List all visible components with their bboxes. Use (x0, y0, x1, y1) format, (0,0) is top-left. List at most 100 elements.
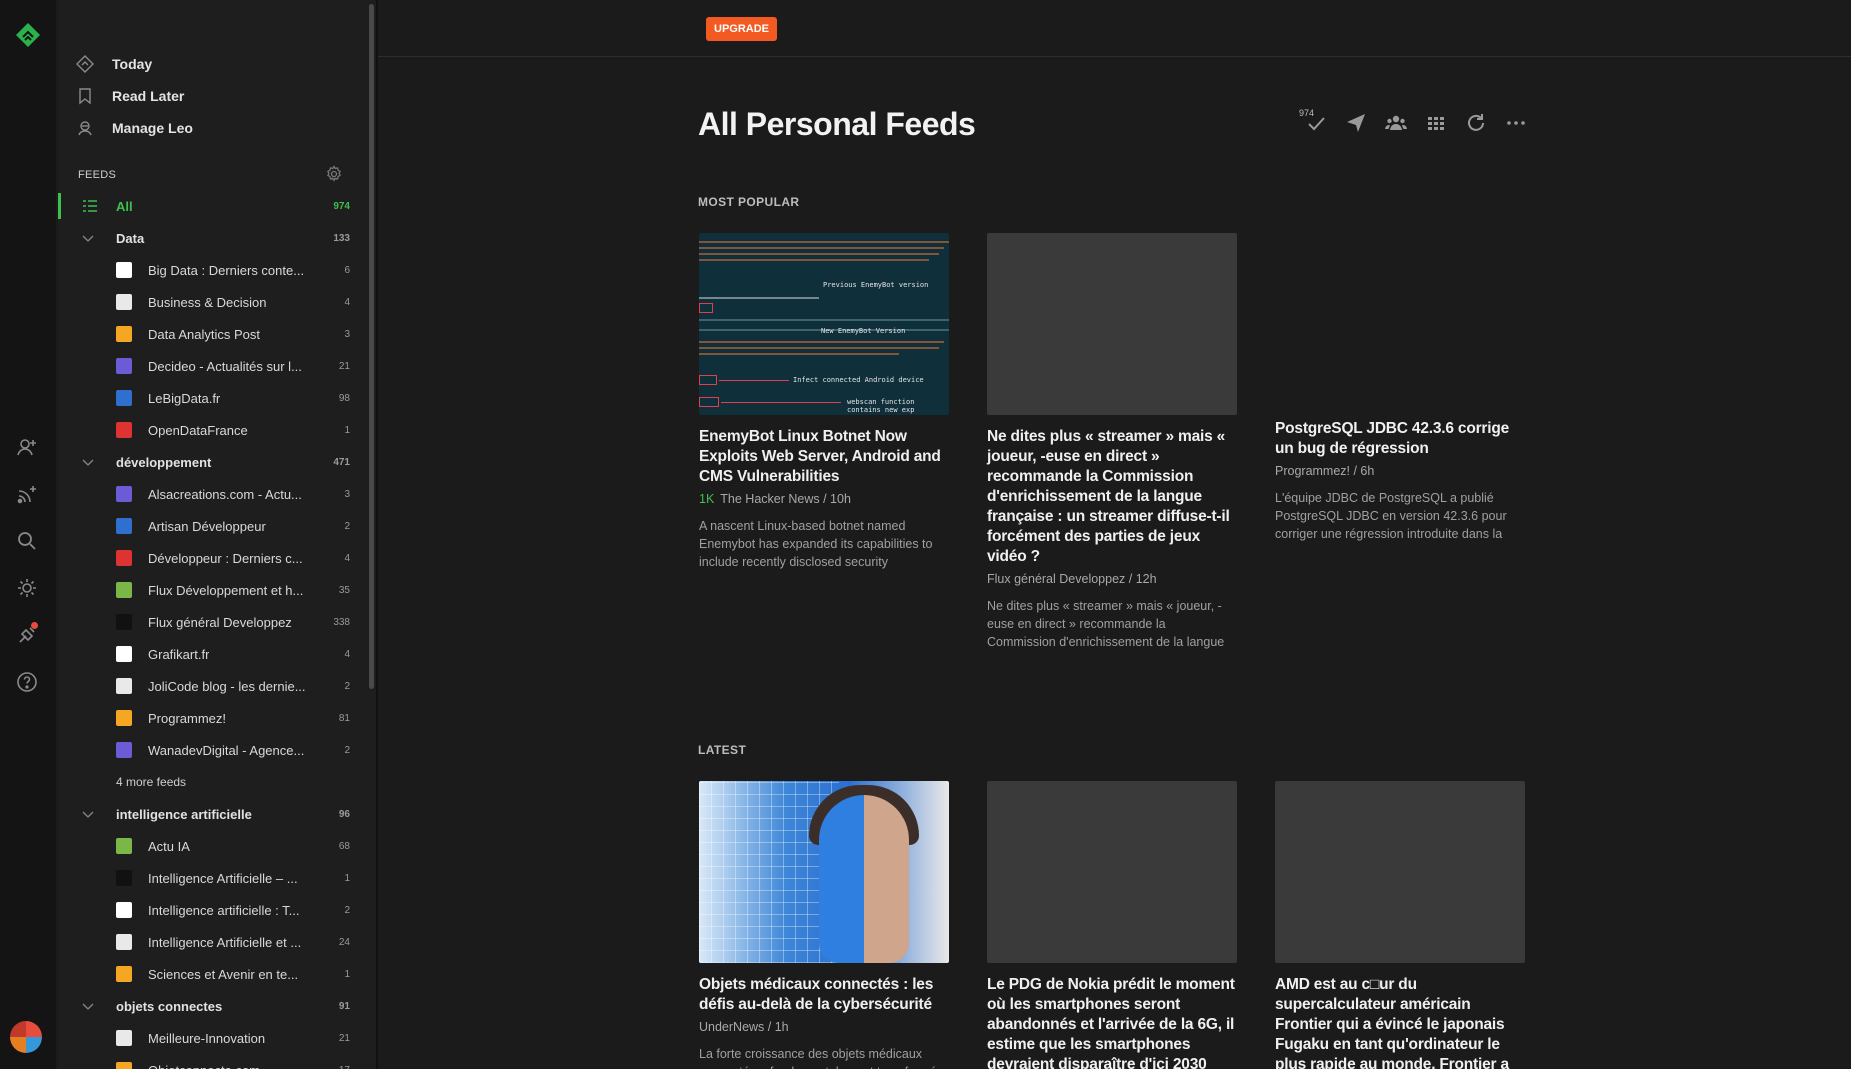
more-feeds-link[interactable]: 4 more feeds (58, 767, 350, 797)
nav-manage-leo[interactable]: Manage Leo (76, 115, 193, 141)
thumb-caption-new: New EnemyBot Version (821, 327, 906, 335)
feed-item[interactable]: JoliCode blog - les dernie... 2 (58, 671, 350, 701)
chevron-down-icon[interactable] (82, 808, 94, 820)
feed-item[interactable]: Sciences et Avenir en te... 1 (58, 959, 350, 989)
article-card[interactable]: Ne dites plus « streamer » mais « joueur… (987, 233, 1237, 651)
more-options-button[interactable] (1505, 112, 1529, 136)
top-bar: UPGRADE (378, 0, 1851, 57)
feed-favicon-icon (116, 550, 132, 566)
feed-item[interactable]: Artisan Développeur 2 (58, 511, 350, 541)
page-title: All Personal Feeds (698, 106, 976, 142)
leo-icon (78, 121, 92, 136)
feed-category[interactable]: objets connectes 91 (58, 991, 350, 1021)
article-excerpt: Ne dites plus « streamer » mais « joueur… (987, 599, 1225, 649)
chevron-down-icon[interactable] (82, 232, 94, 244)
unread-count: 1 (344, 968, 350, 980)
feed-item[interactable]: Grafikart.fr 4 (58, 639, 350, 669)
article-source[interactable]: Flux général Developpez / 12h (987, 572, 1237, 586)
chevron-down-icon[interactable] (82, 456, 94, 468)
mark-all-read-button[interactable]: 974 (1299, 108, 1329, 136)
feed-item[interactable]: Actu IA 68 (58, 831, 350, 861)
article-card[interactable]: Previous EnemyBot version New EnemyBot V… (699, 233, 949, 571)
feedly-logo-icon[interactable] (14, 21, 42, 49)
article-title[interactable]: Ne dites plus « streamer » mais « joueur… (987, 427, 1237, 567)
feed-item[interactable]: Objetconnecte.com 17 (58, 1055, 350, 1069)
team-button[interactable] (1385, 112, 1409, 136)
refresh-button[interactable] (1465, 112, 1489, 136)
add-feed-icon[interactable] (16, 483, 38, 505)
feed-item-label: Actu IA (148, 838, 190, 854)
layout-button[interactable] (1425, 112, 1449, 136)
feed-item[interactable]: Intelligence artificielle : T... 2 (58, 895, 350, 925)
unread-count: 98 (338, 392, 350, 404)
nav-read-later-label: Read Later (112, 88, 185, 104)
user-avatar[interactable] (10, 1021, 42, 1053)
refresh-icon (1468, 114, 1484, 131)
feed-item[interactable]: Data Analytics Post 3 (58, 319, 350, 349)
feed-item[interactable]: Développeur : Derniers c... 4 (58, 543, 350, 573)
article-source[interactable]: Programmez! / 6h (1275, 464, 1525, 478)
unread-count: 133 (333, 232, 350, 244)
feed-favicon-icon (116, 358, 132, 374)
unread-count: 2 (344, 680, 350, 692)
feed-favicon-icon (116, 678, 132, 694)
thumb-caption-previous: Previous EnemyBot version (823, 281, 929, 289)
article-title[interactable]: Objets médicaux connectés : les défis au… (699, 975, 949, 1015)
help-icon[interactable] (16, 671, 38, 693)
article-card[interactable]: Objets médicaux connectés : les défis au… (699, 781, 949, 1069)
chevron-down-icon[interactable] (82, 1000, 94, 1012)
share-button[interactable] (1345, 112, 1369, 136)
unread-count: 3 (344, 488, 350, 500)
feed-all[interactable]: All 974 (58, 191, 350, 221)
article-title[interactable]: PostgreSQL JDBC 42.3.6 corrige un bug de… (1275, 419, 1525, 459)
theme-sun-icon[interactable] (16, 577, 38, 599)
article-card[interactable]: AMD est au c□ur du supercalculateur amér… (1275, 781, 1525, 1069)
article-title[interactable]: Le PDG de Nokia prédit le moment où les … (987, 975, 1237, 1069)
article-card[interactable]: Le PDG de Nokia prédit le moment où les … (987, 781, 1237, 1069)
feed-item-label: Alsacreations.com - Actu... (148, 486, 302, 502)
feed-item-label: WanadevDigital - Agence... (148, 742, 305, 758)
article-source[interactable]: The Hacker News / 10h (720, 492, 851, 506)
nav-read-later[interactable]: Read Later (76, 83, 184, 109)
unread-count: 68 (338, 840, 350, 852)
feed-category[interactable]: intelligence artificielle 96 (58, 799, 350, 829)
feed-category[interactable]: Data 133 (58, 223, 350, 253)
feed-item[interactable]: Meilleure-Innovation 21 (58, 1023, 350, 1053)
search-icon[interactable] (16, 530, 38, 552)
feed-category[interactable]: développement 471 (58, 447, 350, 477)
article-thumbnail-placeholder (987, 233, 1237, 415)
section-latest: LATEST (698, 743, 747, 757)
nav-today[interactable]: Today (76, 51, 152, 77)
unread-count: 471 (333, 456, 350, 468)
feed-item[interactable]: Programmez! 81 (58, 703, 350, 733)
main-content: UPGRADE All Personal Feeds 974 MOST POPU… (378, 0, 1851, 1069)
feed-item[interactable]: OpenDataFrance 1 (58, 415, 350, 445)
feed-item-label: Artisan Développeur (148, 518, 266, 534)
feed-item[interactable]: Flux Développement et h... 35 (58, 575, 350, 605)
add-person-icon[interactable] (16, 436, 38, 458)
article-title[interactable]: AMD est au c□ur du supercalculateur amér… (1275, 975, 1525, 1069)
unread-count: 17 (339, 1065, 350, 1069)
feed-item[interactable]: Flux général Developpez 338 (58, 607, 350, 637)
unread-count: 91 (338, 1000, 350, 1012)
unread-count: 4 (344, 552, 350, 564)
feed-item[interactable]: WanadevDigital - Agence... 2 (58, 735, 350, 765)
sidebar-scrollbar[interactable] (369, 4, 374, 689)
feed-item[interactable]: Alsacreations.com - Actu... 3 (58, 479, 350, 509)
article-card[interactable]: PostgreSQL JDBC 42.3.6 corrige un bug de… (1275, 407, 1525, 543)
gear-icon[interactable] (325, 165, 343, 183)
article-title[interactable]: EnemyBot Linux Botnet Now Exploits Web S… (699, 427, 949, 487)
send-icon (1347, 114, 1365, 132)
feed-item[interactable]: Intelligence Artificielle et ... 24 (58, 927, 350, 957)
feed-item[interactable]: Big Data : Derniers conte... 6 (58, 255, 350, 285)
grid-icon (1428, 117, 1444, 130)
feed-item[interactable]: Intelligence Artificielle – ... 1 (58, 863, 350, 893)
nav-manage-leo-label: Manage Leo (112, 120, 193, 136)
feed-item[interactable]: Decideo - Actualités sur l... 21 (58, 351, 350, 381)
feed-item[interactable]: LeBigData.fr 98 (58, 383, 350, 413)
unread-count: 4 (344, 296, 350, 308)
article-source[interactable]: UnderNews / 1h (699, 1020, 949, 1034)
unread-count: 35 (338, 584, 350, 596)
upgrade-button[interactable]: UPGRADE (706, 17, 778, 41)
feed-item[interactable]: Business & Decision 4 (58, 287, 350, 317)
